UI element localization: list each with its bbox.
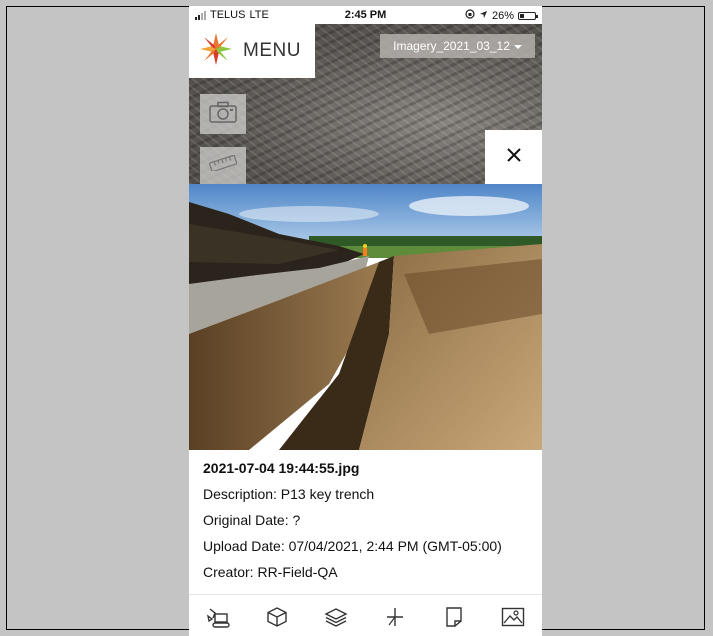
excavator-icon <box>206 606 231 633</box>
document-icon <box>445 606 463 633</box>
phone-screen: TELUS LTE 2:45 PM 26% MENU Imagery_2021_… <box>189 6 542 636</box>
battery-percent: 26% <box>491 9 514 22</box>
location-arrow-icon <box>479 10 488 22</box>
imagery-select[interactable]: Imagery_2021_03_12 <box>380 34 535 58</box>
status-right: 26% <box>465 9 538 22</box>
photo-upload-date: Upload Date: 07/04/2021, 2:44 PM (GMT-05… <box>203 538 502 554</box>
cube-icon <box>266 606 288 633</box>
menu-label: MENU <box>243 40 301 61</box>
photo-description: Description: P13 key trench <box>203 486 375 502</box>
tab-annotate[interactable] <box>377 601 413 636</box>
photo-original-date: Original Date: ? <box>203 512 301 528</box>
tab-equipment[interactable] <box>200 601 236 636</box>
ruler-icon <box>208 154 238 176</box>
orientation-lock-icon <box>465 9 475 22</box>
photo-filename: 2021-07-04 19:44:55.jpg <box>203 460 360 476</box>
image-icon <box>501 607 525 632</box>
tab-photos[interactable] <box>495 601 531 636</box>
menu-button[interactable]: MENU <box>189 24 315 78</box>
tab-documents[interactable] <box>436 601 472 636</box>
close-button[interactable] <box>485 130 542 184</box>
app-logo-icon <box>199 32 233 71</box>
close-icon <box>506 147 522 168</box>
tab-3d[interactable] <box>259 601 295 636</box>
photo-creator: Creator: RR-Field-QA <box>203 564 338 580</box>
layers-icon <box>324 606 348 633</box>
chevron-down-icon <box>513 39 522 53</box>
tab-layers[interactable] <box>318 601 354 636</box>
imagery-select-value: Imagery_2021_03_12 <box>393 39 510 53</box>
camera-icon <box>209 101 237 128</box>
measure-button[interactable] <box>200 147 246 184</box>
status-bar: TELUS LTE 2:45 PM 26% <box>189 6 542 24</box>
bottom-toolbar <box>189 594 542 636</box>
camera-button[interactable] <box>200 94 246 134</box>
battery-icon <box>518 11 538 20</box>
plus-sparkle-icon <box>384 606 406 633</box>
site-photo[interactable] <box>189 184 542 450</box>
photo-details: 2021-07-04 19:44:55.jpg Description: P13… <box>203 458 533 588</box>
